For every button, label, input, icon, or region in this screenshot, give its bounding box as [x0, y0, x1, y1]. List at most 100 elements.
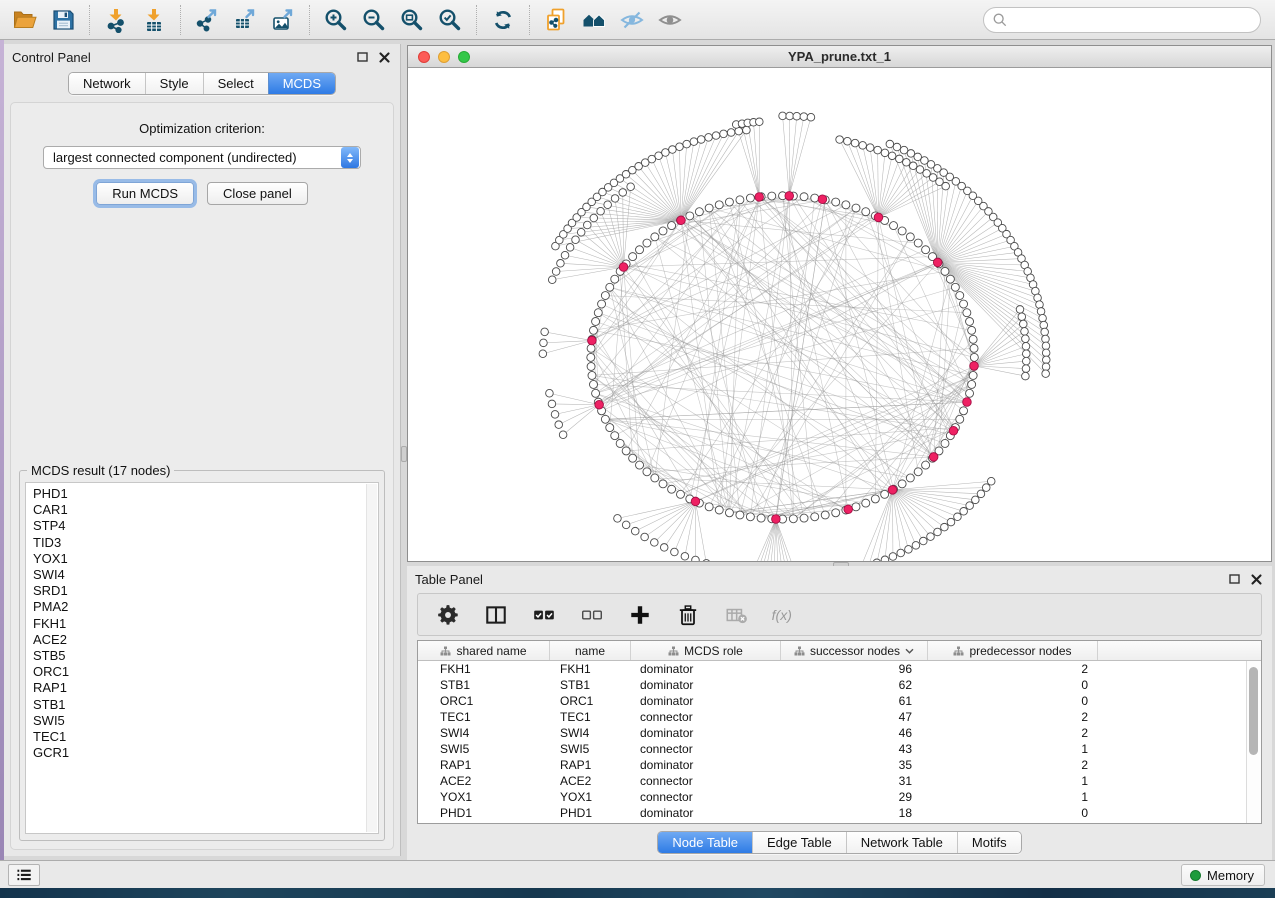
table-row-PHD1[interactable]: PHD1PHD1dominator180	[418, 805, 1261, 821]
cell: 61	[781, 693, 928, 709]
network-node	[725, 509, 733, 517]
network-node	[1037, 308, 1045, 316]
minimize-window-button[interactable]	[438, 51, 450, 63]
delete-column-button[interactable]	[674, 601, 702, 629]
table-row-RAP1[interactable]: RAP1RAP1dominator352	[418, 757, 1261, 773]
settings-gear-button[interactable]	[434, 601, 462, 629]
network-node	[643, 239, 651, 247]
select-all-checkboxes-button[interactable]	[530, 601, 558, 629]
column-header-shared-name[interactable]: shared name	[418, 641, 550, 660]
refresh-layout-button[interactable]	[484, 4, 522, 36]
cell: 0	[928, 805, 1098, 821]
network-node	[966, 502, 974, 510]
network-node	[1042, 335, 1050, 343]
cell: TEC1	[550, 709, 631, 725]
zoom-in-button[interactable]	[317, 4, 355, 36]
cell: dominator	[631, 725, 781, 741]
network-node	[832, 198, 840, 206]
search-field	[983, 7, 1261, 33]
column-header-MCDS-role[interactable]: MCDS role	[631, 641, 781, 660]
zoom-out-button[interactable]	[355, 4, 393, 36]
zoom-fit-button[interactable]	[393, 4, 431, 36]
duplicate-network-button[interactable]	[537, 4, 575, 36]
tab-select[interactable]: Select	[203, 73, 268, 94]
first-neighbors-button[interactable]	[575, 4, 613, 36]
network-node	[941, 523, 949, 531]
table-row-TEC1[interactable]: TEC1TEC1connector472	[418, 709, 1261, 725]
open-file-button[interactable]	[6, 4, 44, 36]
tab-motifs[interactable]: Motifs	[957, 832, 1021, 853]
task-history-button[interactable]	[8, 864, 40, 886]
network-node	[746, 513, 754, 521]
network-node	[886, 140, 894, 148]
dominator-node	[970, 362, 979, 371]
dominator-node	[588, 336, 597, 345]
hide-selected-button[interactable]	[613, 4, 651, 36]
network-node	[559, 431, 567, 439]
cell: SWI5	[550, 741, 631, 757]
run-mcds-button[interactable]: Run MCDS	[96, 182, 194, 205]
import-network-button[interactable]	[97, 4, 135, 36]
float-table-panel-button[interactable]	[1226, 571, 1242, 587]
table-row-SWI5[interactable]: SWI5SWI5connector431	[418, 741, 1261, 757]
column-header-successor-nodes[interactable]: successor nodes	[781, 641, 928, 660]
network-node	[598, 300, 606, 308]
table-tabs-row: Node TableEdge TableNetwork TableMotifs	[407, 831, 1272, 854]
tab-network[interactable]: Network	[69, 73, 145, 94]
float-panel-button[interactable]	[354, 49, 370, 65]
show-all-button[interactable]	[651, 4, 689, 36]
network-node	[793, 112, 801, 120]
result-list-scrollbar[interactable]	[366, 484, 377, 832]
cell: SWI4	[418, 725, 550, 741]
cell: ORC1	[418, 693, 550, 709]
export-table-button[interactable]	[226, 4, 264, 36]
table-toolbar: f(x)	[417, 593, 1262, 636]
deselect-all-checkboxes-button[interactable]	[578, 601, 606, 629]
network-canvas[interactable]	[408, 68, 1271, 561]
network-node	[906, 474, 914, 482]
cell: ACE2	[418, 773, 550, 789]
cell: 1	[928, 789, 1098, 805]
table-row-SWI4[interactable]: SWI4SWI4dominator462	[418, 725, 1261, 741]
table-row-FKH1[interactable]: FKH1FKH1dominator962	[418, 661, 1261, 677]
maximize-window-button[interactable]	[458, 51, 470, 63]
network-node	[660, 544, 668, 552]
search-input[interactable]	[1012, 10, 1260, 30]
main-toolbar	[0, 0, 1275, 40]
toolbar-separator	[476, 5, 477, 35]
close-mcds-panel-button[interactable]: Close panel	[207, 182, 308, 205]
table-scrollbar-track[interactable]	[1246, 661, 1261, 823]
network-node	[914, 468, 922, 476]
network-window: YPA_prune.txt_1	[407, 45, 1272, 562]
save-session-button[interactable]	[44, 4, 82, 36]
zoom-selected-button[interactable]	[431, 4, 469, 36]
mcds-result-list[interactable]: PHD1CAR1STP4TID3YOX1SWI4SRD1PMA2FKH1ACE2…	[25, 482, 379, 834]
network-node	[862, 208, 870, 216]
column-header-name[interactable]: name	[550, 641, 631, 660]
table-row-YOX1[interactable]: YOX1YOX1connector291	[418, 789, 1261, 805]
tab-edge-table[interactable]: Edge Table	[752, 832, 846, 853]
export-network-button[interactable]	[188, 4, 226, 36]
criterion-dropdown[interactable]: largest connected component (undirected)	[43, 146, 361, 169]
import-table-button[interactable]	[135, 4, 173, 36]
export-image-button[interactable]	[264, 4, 302, 36]
add-column-button[interactable]	[626, 601, 654, 629]
table-row-ORC1[interactable]: ORC1ORC1dominator610	[418, 693, 1261, 709]
table-row-STB1[interactable]: STB1STB1dominator620	[418, 677, 1261, 693]
close-window-button[interactable]	[418, 51, 430, 63]
toolbar-separator	[309, 5, 310, 35]
close-panel-button[interactable]	[376, 49, 392, 65]
close-table-panel-button[interactable]	[1248, 571, 1264, 587]
network-node	[755, 118, 763, 126]
memory-button[interactable]: Memory	[1181, 864, 1265, 886]
table-row-ACE2[interactable]: ACE2ACE2connector311	[418, 773, 1261, 789]
tab-style[interactable]: Style	[145, 73, 203, 94]
tab-node-table[interactable]: Node Table	[658, 832, 752, 853]
column-view-button[interactable]	[482, 601, 510, 629]
column-header-predecessor-nodes[interactable]: predecessor nodes	[928, 641, 1098, 660]
svg-text:f(x): f(x)	[772, 606, 792, 622]
tab-mcds[interactable]: MCDS	[268, 73, 335, 94]
tab-network-table[interactable]: Network Table	[846, 832, 957, 853]
table-scrollbar-thumb[interactable]	[1249, 667, 1258, 755]
network-node	[969, 335, 977, 343]
